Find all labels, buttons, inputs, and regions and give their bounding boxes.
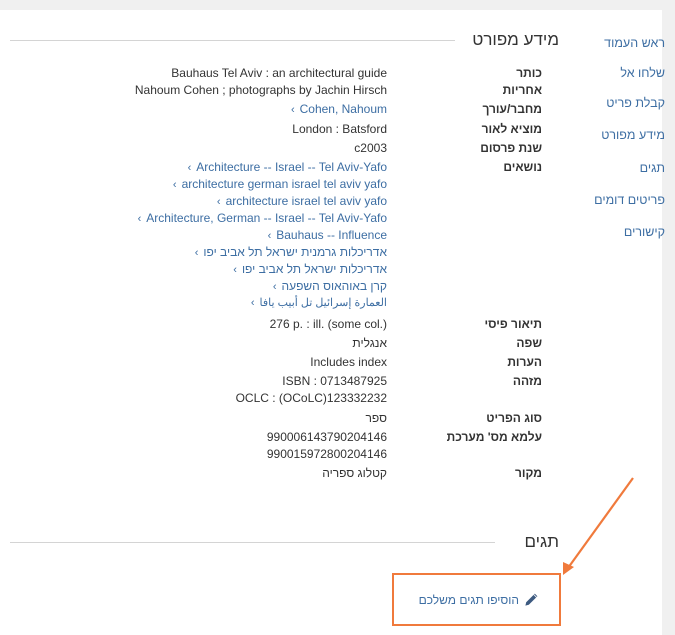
subject-link[interactable]: ‹ Architecture, German -- Israel -- Tel A… [138, 211, 387, 225]
field-label: מזהה [512, 374, 542, 388]
field-label: מקור [515, 466, 542, 480]
subject-link[interactable]: ‹ architecture israel tel aviv yafo [217, 194, 387, 208]
subject-text: architecture german israel tel aviv yafo [181, 177, 387, 191]
subject-text: אדריכלות ישראל תל אביב יפו [241, 262, 387, 276]
field-title: כותר Bauhaus Tel Aviv : an architectural… [0, 66, 675, 83]
subject-row: ‹ אדריכלות ישראל תל אביב יפו [0, 262, 675, 279]
subject-text: العمارة إسرائيل تل أبيب يافا [259, 297, 388, 309]
field-responsibility: אחריות Nahoum Cohen ; photographs by Jac… [0, 83, 675, 100]
details-section-title: מידע מפורט [472, 30, 559, 49]
chevron-left-icon: ‹ [267, 230, 272, 242]
subject-link[interactable]: ‹ Bauhaus -- Influence [268, 228, 387, 242]
field-label: מחבר/עורך [482, 102, 542, 116]
subject-text: קרן באוהאוס השפעה [281, 279, 387, 293]
field-identifier-oclc: OCLC : (OCoLC)123332232 [0, 391, 675, 408]
field-value: 990015972800204146 [266, 447, 387, 461]
field-label: תיאור פיסי [484, 317, 543, 331]
field-notes: הערות Includes index [0, 355, 675, 372]
chevron-left-icon: ‹ [194, 247, 199, 259]
field-label: הערות [507, 355, 542, 369]
author-link[interactable]: ‹ Cohen, Nahoum [291, 102, 387, 116]
subject-link[interactable]: ‹ Architecture -- Israel -- Tel Aviv-Yafo [188, 160, 387, 174]
field-label: אחריות [502, 83, 542, 97]
chevron-left-icon: ‹ [233, 264, 237, 276]
field-value: אנגלית [352, 336, 387, 350]
subject-text: Architecture -- Israel -- Tel Aviv-Yafo [196, 160, 387, 174]
field-value: ספר [365, 411, 387, 425]
field-label: שנת פרסום [480, 141, 542, 155]
subject-link[interactable]: ‹ architecture german israel tel aviv yaf… [173, 177, 387, 191]
field-value: Nahoum Cohen ; photographs by Jachin Hir… [134, 83, 387, 97]
field-system-number-2: 990015972800204146 [0, 447, 675, 464]
chevron-left-icon: ‹ [216, 196, 221, 208]
field-identifier: מזהה ISBN : 0713487925 [0, 374, 675, 391]
field-value: ISBN : 0713487925 [282, 374, 387, 388]
field-label: שפה [516, 336, 542, 350]
field-value: קטלוג ספריה [322, 466, 387, 480]
field-value: c2003 [354, 141, 387, 155]
field-item-type: סוג הפריט ספר [0, 411, 675, 428]
chevron-left-icon: ‹ [172, 179, 177, 191]
field-language: שפה אנגלית [0, 336, 675, 353]
nav-item-top[interactable]: ראש העמוד [604, 36, 665, 50]
add-tags-label: הוסיפו תגים משלכם [418, 593, 519, 607]
chevron-left-icon: ‹ [250, 297, 255, 309]
add-tags-button[interactable]: הוסיפו תגים משלכם [392, 573, 561, 626]
subject-row: ‹ Architecture, German -- Israel -- Tel A… [0, 211, 675, 228]
field-publisher: מוציא לאור London : Batsford [0, 122, 675, 139]
field-author: מחבר/עורך ‹ Cohen, Nahoum [0, 102, 675, 119]
field-value: 990006143790204146 [266, 430, 387, 444]
field-label: כותר [516, 66, 542, 80]
field-value: OCLC : (OCoLC)123332232 [235, 391, 387, 405]
add-tags-link[interactable]: הוסיפו תגים משלכם [419, 592, 539, 608]
field-physical: תיאור פיסי 276 p. : ill. (some col.) [0, 317, 675, 334]
subject-row: ‹ קרן באוהאוס השפעה [0, 279, 675, 296]
subject-link: ‹ Architecture -- Israel -- Tel Aviv-Yafo [0, 160, 675, 177]
subject-text: אדריכלות גרמנית ישראל תל אביב יפו [203, 245, 387, 259]
chevron-left-icon: ‹ [290, 104, 295, 116]
pencil-icon [525, 593, 538, 606]
subject-link[interactable]: ‹ אדריכלות ישראל תל אביב יפו [233, 262, 387, 276]
chevron-left-icon: ‹ [272, 281, 277, 293]
author-link-text: Cohen, Nahoum [299, 102, 387, 116]
subject-row: ‹ Bauhaus -- Influence [0, 228, 675, 245]
field-value: London : Batsford [292, 122, 387, 136]
field-system-number: עלמא מס' מערכת 990006143790204146 [0, 430, 675, 447]
subject-link[interactable]: ‹ العمارة إسرائيل تل أبيب يافا [251, 296, 387, 309]
field-source: מקור קטלוג ספריה [0, 466, 675, 483]
subject-row: ‹ architecture german israel tel aviv yaf… [0, 177, 675, 194]
tags-section-title: תגים [524, 532, 559, 551]
subject-row: ‹ architecture israel tel aviv yafo [0, 194, 675, 211]
field-label: סוג הפריט [486, 411, 542, 425]
subject-row: ‹ אדריכלות גרמנית ישראל תל אביב יפו [0, 245, 675, 262]
field-label: עלמא מס' מערכת [446, 430, 542, 444]
field-label: מוציא לאור [481, 122, 542, 136]
chevron-left-icon: ‹ [187, 162, 192, 174]
subject-link[interactable]: ‹ קרן באוהאוס השפעה [273, 279, 387, 293]
subject-text: Bauhaus -- Influence [276, 228, 387, 242]
tags-divider [10, 542, 495, 543]
subject-link[interactable]: ‹ אדריכלות גרמנית ישראל תל אביב יפו [195, 245, 387, 259]
field-value: 276 p. : ill. (some col.) [269, 317, 387, 331]
field-value: Bauhaus Tel Aviv : an architectural guid… [171, 66, 387, 80]
subject-text: architecture israel tel aviv yafo [225, 194, 387, 208]
field-year: שנת פרסום c2003 [0, 141, 675, 158]
subject-row: ‹ العمارة إسرائيل تل أبيب يافا [0, 296, 675, 313]
section-divider [10, 40, 455, 41]
chevron-left-icon: ‹ [137, 213, 142, 225]
field-value: Includes index [310, 355, 387, 369]
subject-text: Architecture, German -- Israel -- Tel Av… [146, 211, 387, 225]
